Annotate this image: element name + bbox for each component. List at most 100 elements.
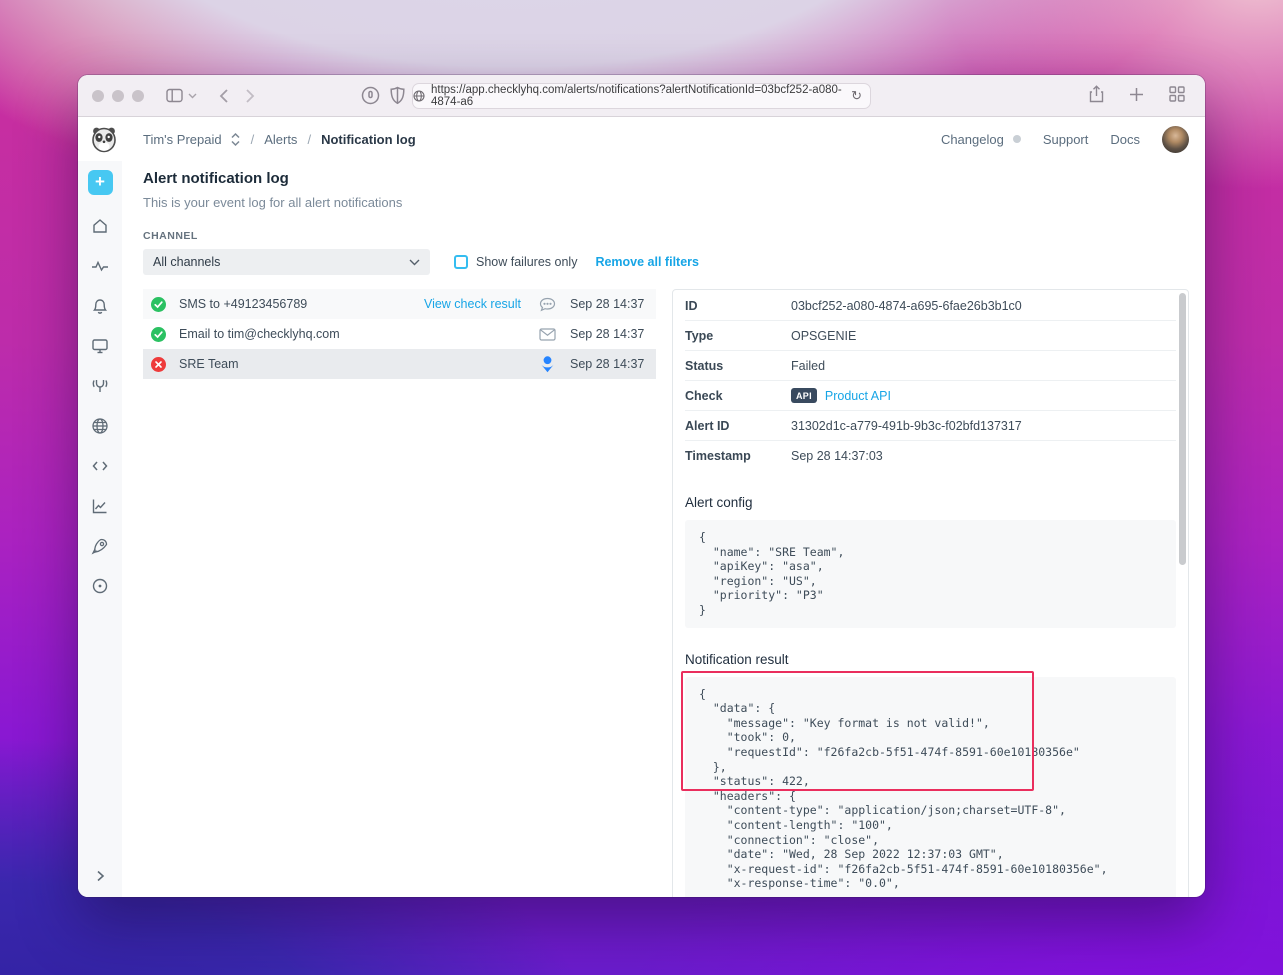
field-value: Sep 28 14:37:03 bbox=[791, 449, 883, 463]
failures-checkbox-label: Show failures only bbox=[476, 255, 578, 269]
sidebar-toggle-icon[interactable] bbox=[166, 88, 183, 103]
sidebar-item-maintenance[interactable] bbox=[91, 377, 109, 395]
notification-time: Sep 28 14:37 bbox=[570, 297, 645, 311]
field-value: Failed bbox=[791, 358, 826, 373]
home-icon bbox=[93, 219, 107, 233]
new-tab-icon[interactable] bbox=[1129, 87, 1144, 102]
header-nav: Changelog Support Docs bbox=[941, 125, 1189, 153]
channel-select[interactable]: All channels bbox=[143, 249, 430, 275]
notification-result-code: { "data": { "message": "Key format is no… bbox=[685, 676, 1176, 897]
sidebar-item-home[interactable] bbox=[91, 217, 109, 235]
back-button-icon[interactable] bbox=[219, 88, 228, 103]
reload-icon[interactable]: ↻ bbox=[851, 88, 862, 104]
close-button[interactable] bbox=[92, 89, 104, 102]
shield-extension-icon[interactable] bbox=[390, 86, 405, 105]
changelog-status-dot bbox=[1012, 135, 1021, 143]
field-value: 31302d1c-a779-491b-9b3c-f02bfd137317 bbox=[791, 418, 1022, 433]
nav-changelog[interactable]: Changelog bbox=[941, 132, 1004, 147]
sidebar-item-analytics[interactable] bbox=[91, 497, 109, 515]
check-link[interactable]: Product API bbox=[825, 389, 891, 403]
alert-config-title: Alert config bbox=[685, 495, 753, 510]
wrench-icon bbox=[92, 380, 108, 392]
activity-icon bbox=[92, 260, 108, 272]
field-label: Status bbox=[685, 358, 724, 373]
field-row-check: Check API Product API bbox=[685, 381, 1176, 411]
sidebar-item-runtimes[interactable] bbox=[91, 537, 109, 555]
breadcrumb-current: Notification log bbox=[321, 131, 416, 147]
tab-overview-icon[interactable] bbox=[1169, 86, 1185, 102]
page-title: Alert notification log bbox=[143, 170, 289, 187]
notification-time: Sep 28 14:37 bbox=[570, 357, 645, 371]
sidebar-item-snippets[interactable] bbox=[91, 457, 109, 475]
breadcrumb-separator: / bbox=[250, 131, 255, 147]
share-icon[interactable] bbox=[1089, 85, 1104, 103]
url-text: https://app.checklyhq.com/alerts/notific… bbox=[431, 84, 842, 108]
view-check-result-link[interactable]: View check result bbox=[424, 297, 521, 311]
field-row-alert-id: Alert ID 31302d1c-a779-491b-9b3c-f02bfd1… bbox=[685, 411, 1176, 441]
url-bar[interactable]: https://app.checklyhq.com/alerts/notific… bbox=[412, 83, 871, 109]
notification-result-title: Notification result bbox=[685, 651, 789, 667]
alert-config-code: { "name": "SRE Team", "apiKey": "asa", "… bbox=[685, 520, 1176, 628]
sidebar-item-dashboards[interactable] bbox=[91, 337, 109, 355]
account-name[interactable]: Tim's Prepaid bbox=[143, 132, 222, 147]
field-label: Type bbox=[685, 328, 714, 343]
api-type-badge: API bbox=[791, 388, 817, 403]
notification-label: Email to tim@checklyhq.com bbox=[179, 327, 340, 341]
speech-bubble-icon bbox=[537, 297, 557, 312]
channel-filter-label: CHANNEL bbox=[143, 230, 198, 242]
maximize-button[interactable] bbox=[132, 89, 144, 102]
app-header: Tim's Prepaid / Alerts / Notification lo… bbox=[78, 117, 1205, 161]
sidebar-item-checks[interactable] bbox=[91, 257, 109, 275]
chart-icon bbox=[92, 499, 107, 514]
field-label: ID bbox=[685, 298, 698, 313]
globe-icon bbox=[413, 90, 425, 102]
sidebar-expand-icon[interactable] bbox=[93, 868, 107, 889]
breadcrumb-alerts[interactable]: Alerts bbox=[264, 132, 297, 147]
success-icon bbox=[151, 326, 166, 342]
checkly-raccoon-logo[interactable] bbox=[90, 125, 118, 153]
location-icon bbox=[92, 578, 108, 594]
panel-scrollbar-thumb[interactable] bbox=[1179, 293, 1186, 565]
error-icon bbox=[151, 356, 166, 372]
remove-filters-link[interactable]: Remove all filters bbox=[595, 255, 699, 269]
success-icon bbox=[151, 296, 166, 312]
nav-support[interactable]: Support bbox=[1043, 132, 1089, 147]
forward-button-icon[interactable] bbox=[246, 88, 255, 103]
sidebar-item-locations[interactable] bbox=[91, 577, 109, 595]
show-failures-checkbox[interactable] bbox=[454, 255, 468, 269]
field-value: OPSGENIE bbox=[791, 328, 857, 343]
opsgenie-icon bbox=[537, 355, 557, 373]
notification-row-sms[interactable]: SMS to +49123456789 View check result Se… bbox=[143, 289, 656, 319]
globe-icon bbox=[92, 418, 108, 434]
traffic-lights bbox=[92, 89, 144, 102]
user-avatar[interactable] bbox=[1162, 125, 1189, 153]
sidebar-item-private-locations[interactable] bbox=[91, 417, 109, 435]
minimize-button[interactable] bbox=[112, 89, 124, 102]
sidebar-item-alerts[interactable] bbox=[91, 297, 109, 315]
field-row-status: Status Failed bbox=[685, 351, 1176, 381]
filter-row: All channels Show failures only Remove a… bbox=[143, 249, 1189, 275]
breadcrumb: Tim's Prepaid / Alerts / Notification lo… bbox=[143, 132, 416, 147]
create-new-button[interactable]: + bbox=[87, 170, 113, 195]
app-sidebar: + bbox=[78, 161, 122, 897]
chevron-down-icon[interactable] bbox=[188, 93, 197, 99]
notification-time: Sep 28 14:37 bbox=[570, 327, 645, 341]
field-value: 03bcf252-a080-4874-a695-6fae26b3b1c0 bbox=[791, 298, 1022, 313]
password-extension-icon[interactable] bbox=[361, 86, 380, 105]
account-switcher-icon[interactable] bbox=[230, 132, 241, 147]
notification-row-sre-team[interactable]: SRE Team Sep 28 14:37 bbox=[143, 349, 656, 379]
main-content: Alert notification log This is your even… bbox=[122, 161, 1205, 897]
code-icon bbox=[92, 461, 108, 471]
toolbar-right-actions bbox=[1089, 85, 1185, 103]
nav-docs[interactable]: Docs bbox=[1110, 132, 1140, 147]
bell-icon bbox=[92, 299, 108, 314]
page-subtitle: This is your event log for all alert not… bbox=[143, 195, 403, 210]
envelope-icon bbox=[537, 327, 557, 341]
field-row-type: Type OPSGENIE bbox=[685, 321, 1176, 351]
channel-select-value: All channels bbox=[153, 255, 221, 269]
field-label: Timestamp bbox=[685, 449, 751, 463]
chevron-down-icon bbox=[409, 259, 420, 266]
notification-list: SMS to +49123456789 View check result Se… bbox=[143, 289, 656, 379]
field-row-timestamp: Timestamp Sep 28 14:37:03 bbox=[685, 441, 1176, 471]
notification-row-email[interactable]: Email to tim@checklyhq.com Sep 28 14:37 bbox=[143, 319, 656, 349]
